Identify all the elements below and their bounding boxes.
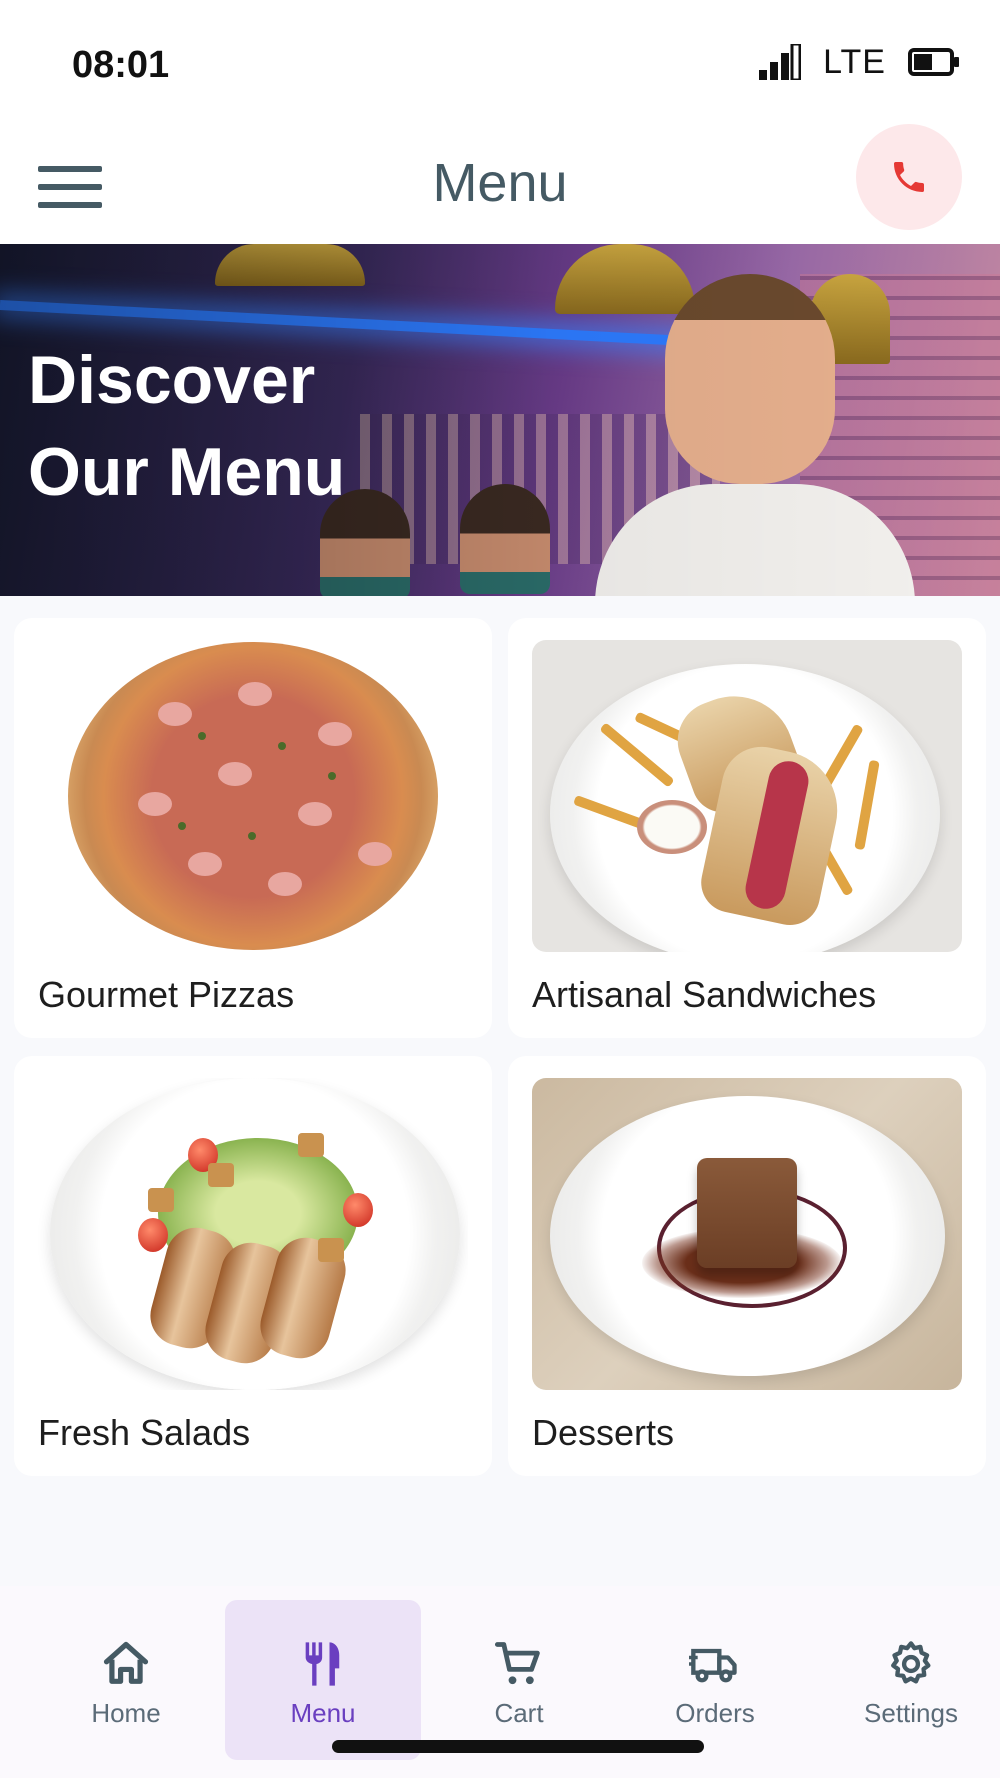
- app-bar: Menu: [0, 122, 1000, 244]
- nav-label-home: Home: [91, 1698, 161, 1728]
- nav-label-cart: Cart: [494, 1698, 544, 1728]
- status-bar: 08:01 LTE: [0, 0, 1000, 122]
- hero-banner: Discover Our Menu: [0, 244, 1000, 596]
- dessert-image: [532, 1078, 962, 1390]
- nav-item-orders[interactable]: Orders: [617, 1600, 813, 1760]
- battery-icon: [908, 48, 959, 76]
- truck-icon: [689, 1648, 737, 1683]
- category-label: Desserts: [532, 1412, 675, 1453]
- status-indicators: LTE: [759, 42, 960, 82]
- nav-item-settings[interactable]: Settings: [813, 1600, 1000, 1760]
- category-label: Artisanal Sandwiches: [532, 974, 877, 1015]
- category-grid: Gourmet Pizzas Artisanal Sandwiches Fres…: [14, 618, 986, 1476]
- status-time: 08:01: [72, 44, 170, 86]
- home-indicator[interactable]: [332, 1740, 704, 1753]
- gear-icon: [891, 1641, 931, 1684]
- nav-label-menu: Menu: [290, 1698, 356, 1728]
- nav-item-cart[interactable]: Cart: [421, 1600, 617, 1760]
- cart-icon: [494, 1642, 540, 1685]
- nav-item-home[interactable]: Home: [28, 1600, 224, 1760]
- category-card-sandwiches[interactable]: Artisanal Sandwiches: [508, 618, 986, 1038]
- hero-title-line1: Discover: [28, 342, 316, 418]
- sandwich-image: [532, 640, 962, 952]
- nav-label-orders: Orders: [675, 1698, 755, 1728]
- category-card-desserts[interactable]: Desserts: [508, 1056, 986, 1476]
- phone-icon: [894, 162, 924, 192]
- salad-image: [38, 1078, 468, 1390]
- network-label: LTE: [823, 42, 886, 81]
- page-title: Menu: [432, 153, 568, 213]
- signal-icon: [759, 44, 802, 80]
- category-card-pizzas[interactable]: Gourmet Pizzas: [14, 618, 492, 1038]
- nav-label-settings: Settings: [864, 1698, 958, 1728]
- call-button[interactable]: [856, 124, 962, 230]
- fork-knife-icon: [305, 1642, 340, 1686]
- nav-item-menu[interactable]: Menu: [225, 1600, 421, 1760]
- home-icon: [103, 1641, 149, 1684]
- hero-title: Discover Our Menu: [28, 334, 588, 518]
- app-screen: 08:01 LTE Menu Discover Our Menu Gourmet…: [0, 0, 1000, 1778]
- hero-title-line2: Our Menu: [28, 434, 346, 510]
- category-label: Gourmet Pizzas: [38, 974, 295, 1015]
- category-label: Fresh Salads: [38, 1412, 251, 1453]
- category-card-salads[interactable]: Fresh Salads: [14, 1056, 492, 1476]
- pizza-image: [38, 640, 468, 952]
